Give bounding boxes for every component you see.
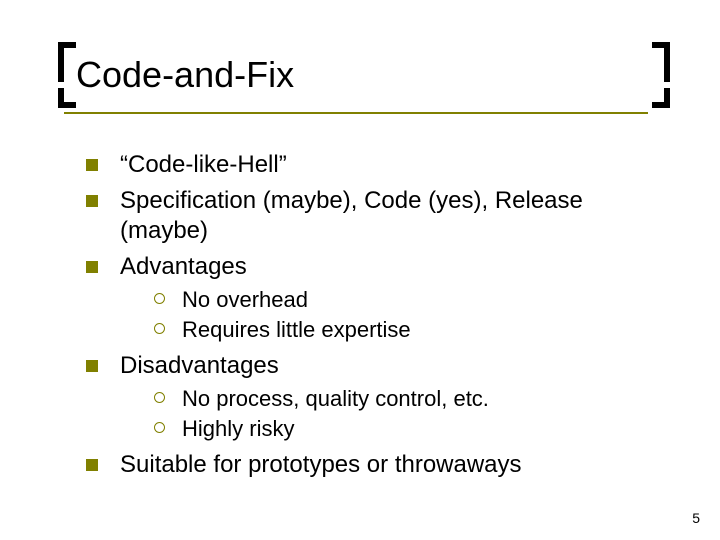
sub-bullet-text: Highly risky	[182, 416, 294, 441]
sub-bullet-list: No process, quality control, etc. Highly…	[120, 385, 646, 442]
sub-bullet-list: No overhead Requires little expertise	[120, 286, 646, 343]
list-item: Suitable for prototypes or throwaways	[86, 450, 646, 480]
title-underline	[64, 112, 648, 114]
bullet-text: Advantages	[120, 253, 247, 280]
list-item: No overhead	[154, 286, 646, 314]
slide-body: “Code-like-Hell” Specification (maybe), …	[86, 150, 646, 486]
slide-title: Code-and-Fix	[70, 50, 640, 100]
bracket-corner-icon	[58, 42, 76, 82]
sub-bullet-text: Requires little expertise	[182, 317, 411, 342]
bracket-corner-icon	[652, 42, 670, 82]
list-item: Highly risky	[154, 415, 646, 443]
bullet-text: Disadvantages	[120, 352, 279, 379]
page-number: 5	[692, 510, 700, 526]
title-brackets: Code-and-Fix	[70, 46, 640, 104]
slide: Code-and-Fix “Code-like-Hell” Specificat…	[0, 0, 720, 540]
bullet-text: Specification (maybe), Code (yes), Relea…	[120, 187, 583, 244]
list-item: Advantages No overhead Requires little e…	[86, 252, 646, 343]
list-item: Specification (maybe), Code (yes), Relea…	[86, 186, 646, 246]
bracket-corner-icon	[652, 88, 670, 108]
slide-title-wrap: Code-and-Fix	[70, 46, 640, 104]
bracket-corner-icon	[58, 88, 76, 108]
list-item: Requires little expertise	[154, 316, 646, 344]
list-item: “Code-like-Hell”	[86, 150, 646, 180]
list-item: Disadvantages No process, quality contro…	[86, 351, 646, 442]
list-item: No process, quality control, etc.	[154, 385, 646, 413]
bullet-text: “Code-like-Hell”	[120, 151, 287, 178]
sub-bullet-text: No process, quality control, etc.	[182, 386, 489, 411]
sub-bullet-text: No overhead	[182, 287, 308, 312]
bullet-list: “Code-like-Hell” Specification (maybe), …	[86, 150, 646, 480]
bullet-text: Suitable for prototypes or throwaways	[120, 451, 522, 478]
